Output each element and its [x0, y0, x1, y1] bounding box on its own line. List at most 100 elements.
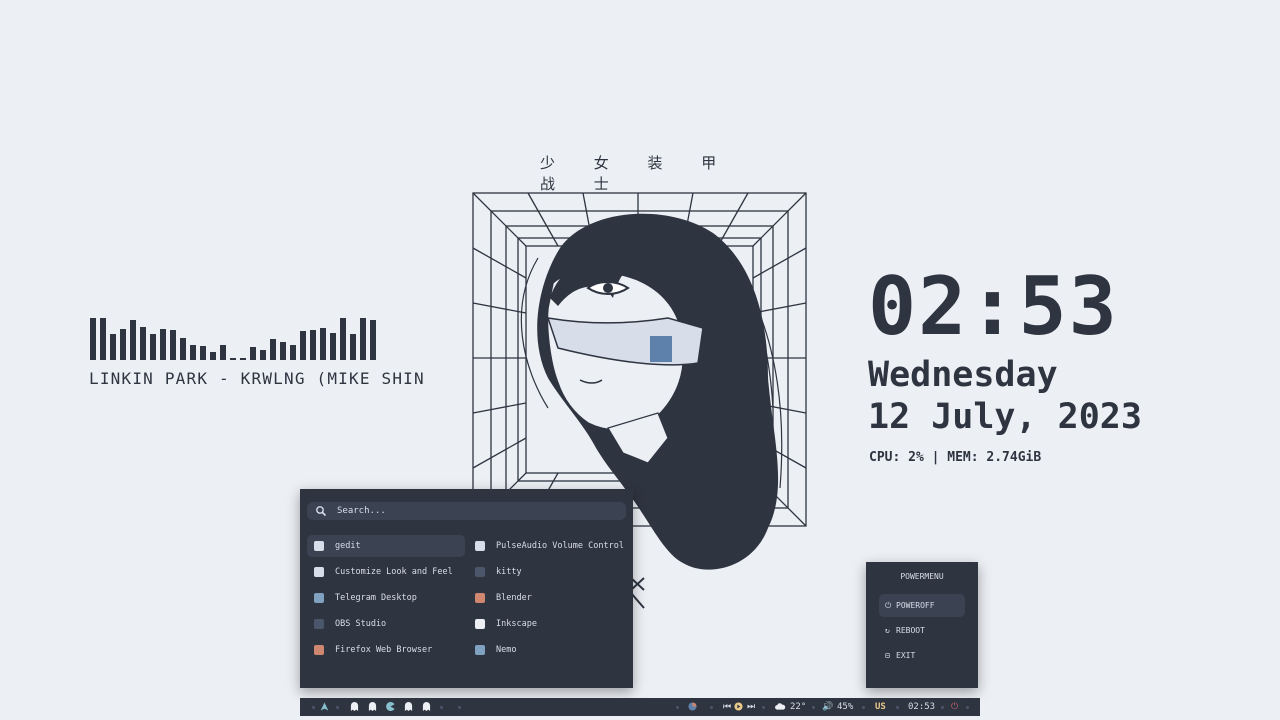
visualizer-bar: [270, 339, 276, 360]
taskbar-clock[interactable]: 02:53: [908, 698, 935, 716]
weather-temperature: 22°: [790, 702, 807, 712]
launcher-app-label: kitty: [496, 567, 522, 577]
separator-dot: [896, 706, 899, 709]
exit-button[interactable]: ⊟ EXIT: [879, 644, 965, 667]
launcher-app-item[interactable]: gedit: [307, 535, 465, 557]
speaker-icon: [475, 541, 485, 551]
visualizer-bar: [190, 345, 196, 360]
desktop-clock: 02:53: [868, 260, 1119, 353]
workspace-4-ghost-icon[interactable]: [404, 702, 413, 711]
launcher-app-item[interactable]: Nemo: [468, 639, 626, 661]
visualizer-bar: [150, 334, 156, 360]
poweroff-button[interactable]: ⏻ POWEROFF: [879, 594, 965, 617]
visualizer-bar: [200, 346, 206, 360]
visualizer-bar: [90, 318, 96, 360]
launcher-app-label: Telegram Desktop: [335, 593, 417, 603]
visualizer-bar: [140, 327, 146, 360]
separator-dot: [966, 706, 969, 709]
launcher-app-item[interactable]: Blender: [468, 587, 626, 609]
play-icon[interactable]: [734, 702, 743, 711]
visualizer-bar: [250, 347, 256, 360]
previous-track-icon[interactable]: ⏮: [723, 698, 731, 716]
workspace-5-ghost-icon[interactable]: [422, 702, 431, 711]
visualizer-bar: [370, 320, 376, 360]
kitty-icon: [475, 567, 485, 577]
visualizer-bar: [350, 334, 356, 360]
visualizer-bar: [290, 345, 296, 360]
power-menu: POWERMENU ⏻ POWEROFF ↻ REBOOT ⊟ EXIT: [866, 562, 978, 688]
launcher-app-label: PulseAudio Volume Control: [496, 541, 624, 551]
weekday-label: Wednesday: [868, 355, 1058, 395]
launcher-app-item[interactable]: OBS Studio: [307, 613, 465, 635]
visualizer-bar: [130, 320, 136, 360]
visualizer-bar: [360, 318, 366, 360]
poweroff-label: POWEROFF: [896, 601, 935, 610]
visualizer-bar: [320, 328, 326, 360]
workspace-1-ghost-icon[interactable]: [350, 702, 359, 711]
keyboard-layout[interactable]: US: [875, 698, 886, 716]
visualizer-bar: [100, 318, 106, 360]
telegram-icon: [314, 593, 324, 603]
exit-icon: ⊟: [885, 651, 890, 660]
launcher-app-item[interactable]: kitty: [468, 561, 626, 583]
gedit-icon: [314, 541, 324, 551]
workspace-3-pacman-icon[interactable]: [386, 702, 395, 711]
launcher-app-label: gedit: [335, 541, 361, 551]
launcher-app-label: OBS Studio: [335, 619, 387, 629]
visualizer-bar: [230, 358, 236, 360]
separator-dot: [676, 706, 679, 709]
visualizer-bar: [340, 318, 346, 360]
palette-icon: [314, 567, 324, 577]
visualizer-bar: [170, 330, 176, 360]
launcher-app-label: Nemo: [496, 645, 517, 655]
now-playing-song: LINKIN PARK - KRWLNG (MIKE SHIN: [89, 369, 425, 388]
separator-dot: [710, 706, 713, 709]
reboot-button[interactable]: ↻ REBOOT: [879, 619, 965, 642]
visualizer-bar: [240, 358, 246, 360]
launcher-app-item[interactable]: Telegram Desktop: [307, 587, 465, 609]
visualizer-bar: [330, 333, 336, 360]
firefox-icon: [314, 645, 324, 655]
launcher-app-label: Firefox Web Browser: [335, 645, 433, 655]
visualizer-bar: [300, 331, 306, 360]
separator-dot: [312, 706, 315, 709]
volume-icon[interactable]: 🔊: [822, 698, 833, 716]
separator-dot: [458, 706, 461, 709]
search-bar[interactable]: [307, 502, 626, 520]
launcher-app-item[interactable]: Customize Look and Feel: [307, 561, 465, 583]
browser-icon[interactable]: [688, 702, 697, 711]
workspace-2-ghost-icon[interactable]: [368, 702, 377, 711]
reboot-label: REBOOT: [896, 626, 925, 635]
taskbar: ⏮ ⏭ 22° 🔊 45% US 02:53 ⏻: [300, 698, 980, 716]
arch-launcher-icon[interactable]: [320, 702, 329, 711]
launcher-app-item[interactable]: PulseAudio Volume Control: [468, 535, 626, 557]
next-track-icon[interactable]: ⏭: [747, 698, 755, 716]
launcher-app-item[interactable]: Inkscape: [468, 613, 626, 635]
obs-icon: [314, 619, 324, 629]
inkscape-icon: [475, 619, 485, 629]
power-menu-title: POWERMENU: [900, 572, 944, 581]
date-label: 12 July, 2023: [868, 397, 1142, 437]
separator-dot: [440, 706, 443, 709]
audio-visualizer: [88, 316, 408, 360]
separator-dot: [336, 706, 339, 709]
separator-dot: [812, 706, 815, 709]
visualizer-bar: [210, 352, 216, 360]
separator-dot: [762, 706, 765, 709]
app-launcher: gedit Customize Look and Feel Telegram Des…: [300, 489, 633, 688]
visualizer-bar: [310, 330, 316, 360]
search-input[interactable]: [331, 502, 617, 520]
visualizer-bar: [220, 345, 226, 360]
visualizer-bar: [160, 329, 166, 360]
exit-label: EXIT: [896, 651, 916, 660]
system-stats: CPU: 2% | MEM: 2.74GiB: [869, 450, 1042, 465]
cloud-icon: [775, 703, 786, 710]
launcher-app-item[interactable]: Firefox Web Browser: [307, 639, 465, 661]
search-icon: [316, 506, 327, 517]
blender-icon: [475, 593, 485, 603]
visualizer-bar: [280, 342, 286, 360]
launcher-app-label: Blender: [496, 593, 532, 603]
volume-level[interactable]: 45%: [837, 698, 853, 716]
launcher-app-label: Customize Look and Feel: [335, 567, 453, 577]
power-icon[interactable]: ⏻: [951, 698, 958, 716]
